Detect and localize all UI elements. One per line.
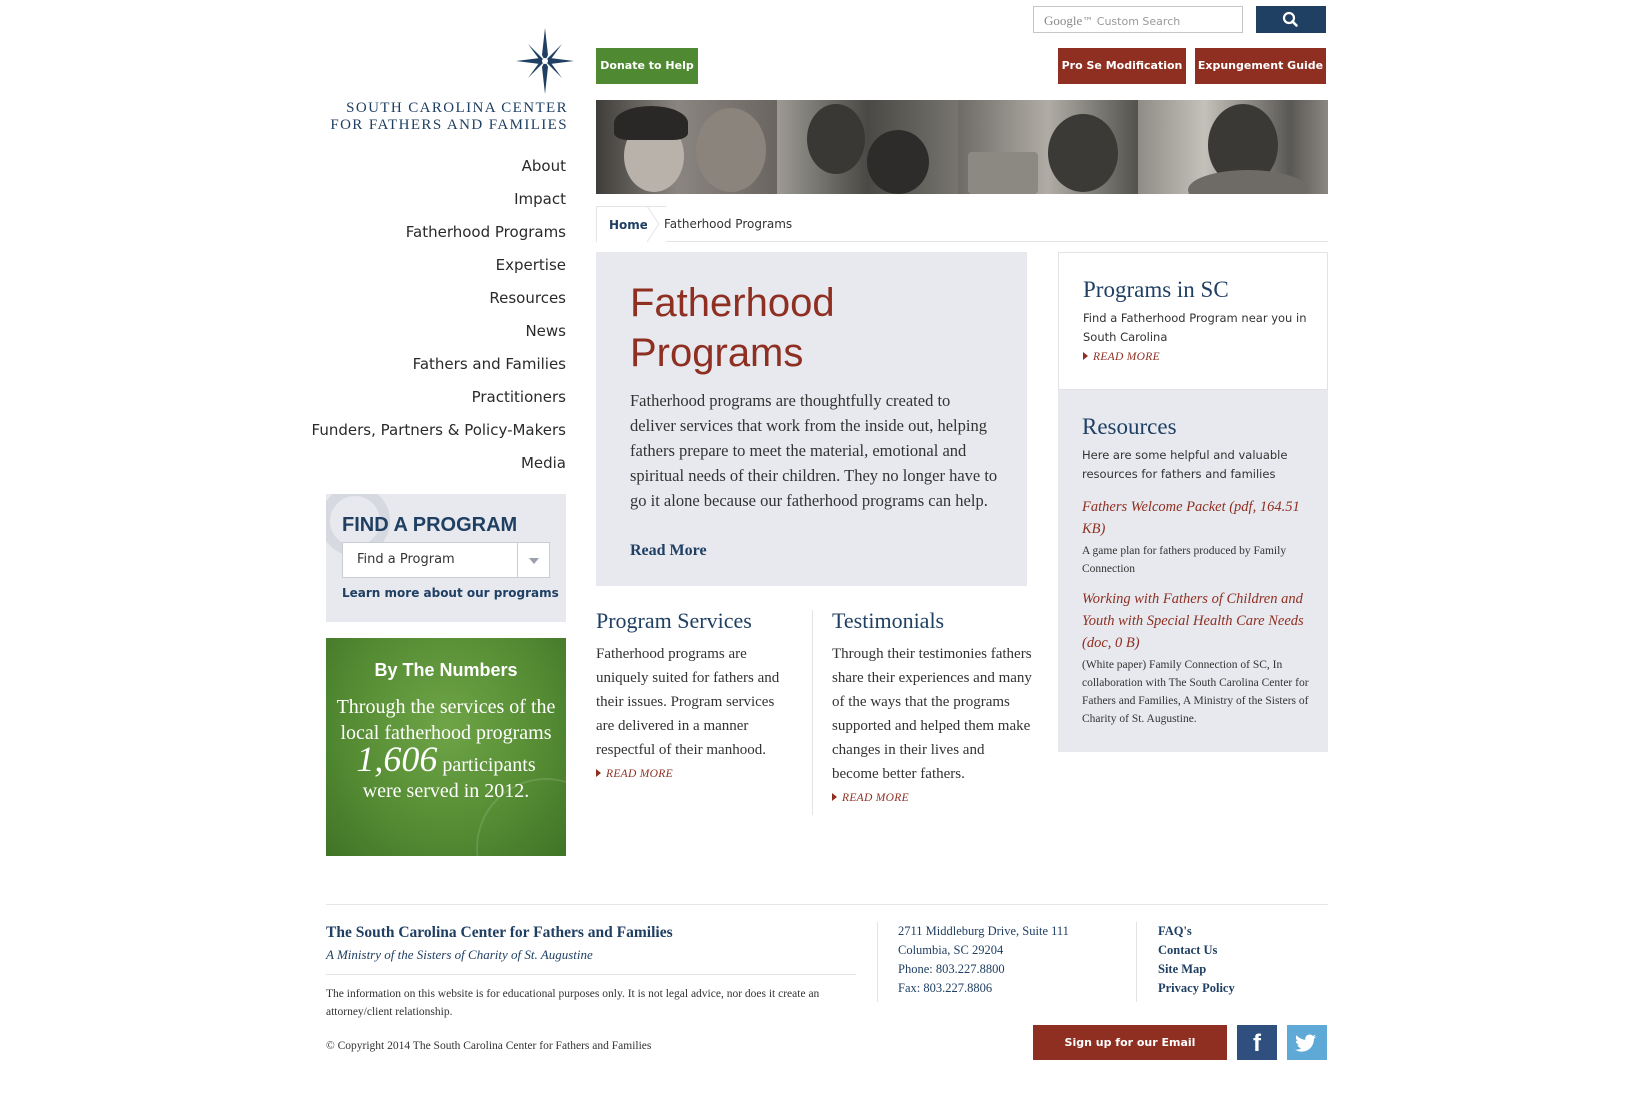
search-input[interactable]: Google™ Custom Search <box>1033 6 1243 33</box>
footer-ministry: A Ministry of the Sisters of Charity of … <box>326 947 593 962</box>
program-services-title: Program Services <box>596 608 752 633</box>
search-button[interactable] <box>1256 6 1326 33</box>
numbers-text-before: Through the services of the local father… <box>336 696 556 744</box>
resources-title: Resources <box>1082 414 1177 439</box>
breadcrumb-separator-icon <box>647 206 660 242</box>
find-program-title: FIND A PROGRAM <box>342 514 518 536</box>
logo-line-2: FOR FATHERS AND FAMILIES <box>330 117 568 133</box>
resources-panel: Resources Here are some helpful and valu… <box>1058 390 1328 752</box>
hero-panel: Fatherhood Programs Fatherhood programs … <box>596 252 1027 586</box>
footer-vertical-divider <box>1136 922 1137 1002</box>
donate-button[interactable]: Donate to Help <box>596 48 698 84</box>
chevron-down-icon[interactable] <box>517 543 549 577</box>
nav-item-expertise[interactable]: Expertise <box>300 249 566 282</box>
footer-divider <box>326 904 1328 905</box>
banner-photo-father-child <box>596 100 777 194</box>
testimonials-body: Through their testimonies fathers share … <box>832 646 1032 782</box>
resource-desc-welcome-packet: A game plan for fathers produced by Fami… <box>1082 545 1287 575</box>
banner-photo-father <box>1138 100 1328 194</box>
search-placeholder: Google™ Custom Search <box>1044 13 1181 28</box>
by-the-numbers-box: By The Numbers Through the services of t… <box>326 638 566 856</box>
programs-in-sc-title: Programs in SC <box>1083 277 1229 302</box>
address-phone: Phone: 803.227.8800 <box>898 962 1005 976</box>
address-line-2: Columbia, SC 29204 <box>898 943 1004 957</box>
testimonials-read-more[interactable]: READ MORE <box>832 792 1032 804</box>
breadcrumb-current: Fatherhood Programs <box>664 217 793 231</box>
nav-item-fathers-families[interactable]: Fathers and Families <box>300 348 566 381</box>
twitter-icon[interactable] <box>1287 1025 1327 1060</box>
page-title: Fatherhood Programs <box>630 281 835 375</box>
facebook-icon[interactable]: f <box>1237 1025 1277 1060</box>
hero-body: Fatherhood programs are thoughtfully cre… <box>630 391 998 510</box>
resources-body: Here are some helpful and valuable resou… <box>1082 448 1288 481</box>
learn-more-programs-link[interactable]: Learn more about our programs <box>342 586 559 600</box>
programs-in-sc-panel: Programs in SC Find a Fatherhood Program… <box>1058 252 1328 390</box>
program-services-body: Fatherhood programs are uniquely suited … <box>596 646 780 758</box>
testimonials-title: Testimonials <box>832 608 945 633</box>
nav-item-about[interactable]: About <box>300 150 566 183</box>
footer-link-sitemap[interactable]: Site Map <box>1158 960 1235 979</box>
expungement-guide-button[interactable]: Expungement Guide <box>1195 48 1326 84</box>
nav-item-impact[interactable]: Impact <box>300 183 566 216</box>
footer-link-contact[interactable]: Contact Us <box>1158 941 1235 960</box>
footer-org-name: The South Carolina Center for Fathers an… <box>326 924 673 941</box>
testimonials-column: Testimonials Through their testimonies f… <box>832 608 1032 804</box>
read-more-label: READ MORE <box>606 768 673 780</box>
numbers-figure: 1,606 <box>356 739 438 779</box>
nav-item-funders[interactable]: Funders, Partners & Policy-Makers <box>300 414 566 447</box>
numbers-title: By The Numbers <box>374 660 518 680</box>
hero-read-more-link[interactable]: Read More <box>630 542 707 560</box>
nav-item-news[interactable]: News <box>300 315 566 348</box>
search-icon <box>1282 11 1298 27</box>
nav-item-practitioners[interactable]: Practitioners <box>300 381 566 414</box>
resource-link-welcome-packet[interactable]: Fathers Welcome Packet (pdf, 164.51 KB) <box>1082 496 1312 540</box>
logo-star-icon[interactable] <box>516 28 574 94</box>
find-program-box: FIND A PROGRAM Find a Program Learn more… <box>326 494 566 622</box>
footer-disclaimer: The information on this website is for e… <box>326 988 820 1018</box>
footer-copyright: © Copyright 2014 The South Carolina Cent… <box>326 1040 652 1052</box>
footer-vertical-divider <box>877 922 878 1002</box>
find-program-select[interactable]: Find a Program <box>342 542 550 578</box>
program-services-read-more[interactable]: READ MORE <box>596 768 796 780</box>
footer-link-faq[interactable]: FAQ's <box>1158 922 1235 941</box>
numbers-body: Through the services of the local father… <box>336 694 556 804</box>
banner-photo-laughing-child <box>958 100 1138 194</box>
google-logo-text: Google <box>1044 13 1083 28</box>
footer-address: 2711 Middleburg Drive, Suite 111 Columbi… <box>898 922 1069 998</box>
arrow-right-icon <box>832 793 837 801</box>
programs-in-sc-body: Find a Fatherhood Program near you in So… <box>1083 311 1307 344</box>
logo-line-1: SOUTH CAROLINA CENTER <box>346 100 568 116</box>
programs-in-sc-read-more[interactable]: READ MORE <box>1083 351 1160 363</box>
address-line-1: 2711 Middleburg Drive, Suite 111 <box>898 924 1069 938</box>
search-placeholder-text: Custom Search <box>1096 15 1181 28</box>
banner-photo-father-son <box>777 100 958 194</box>
nav-item-resources[interactable]: Resources <box>300 282 566 315</box>
nav-item-media[interactable]: Media <box>300 447 566 480</box>
resource-link-special-health-care[interactable]: Working with Fathers of Children and You… <box>1082 588 1312 654</box>
breadcrumb: Home Fatherhood Programs <box>596 206 1328 242</box>
twitter-bird-icon <box>1295 1034 1316 1052</box>
arrow-right-icon <box>596 769 601 777</box>
footer-link-privacy[interactable]: Privacy Policy <box>1158 979 1235 998</box>
arrow-right-icon <box>1083 352 1088 360</box>
program-services-column: Program Services Fatherhood programs are… <box>596 608 796 780</box>
logo-text[interactable]: SOUTH CAROLINA CENTER FOR FATHERS AND FA… <box>300 100 568 134</box>
resource-desc-special-health-care: (White paper) Family Connection of SC, I… <box>1082 659 1309 725</box>
newsletter-signup-button[interactable]: Sign up for our Email Newsletter <box>1033 1025 1227 1084</box>
footer-links: FAQ's Contact Us Site Map Privacy Policy <box>1158 922 1235 998</box>
read-more-label: READ MORE <box>1093 351 1160 363</box>
read-more-label: READ MORE <box>842 792 909 804</box>
footer-inner-divider <box>326 974 856 975</box>
address-fax: Fax: 803.227.8806 <box>898 981 993 995</box>
main-nav: About Impact Fatherhood Programs Experti… <box>300 150 566 480</box>
nav-item-fatherhood-programs[interactable]: Fatherhood Programs <box>300 216 566 249</box>
pro-se-modification-button[interactable]: Pro Se Modification <box>1058 48 1186 84</box>
column-divider <box>812 610 813 815</box>
find-program-select-value: Find a Program <box>357 552 455 567</box>
